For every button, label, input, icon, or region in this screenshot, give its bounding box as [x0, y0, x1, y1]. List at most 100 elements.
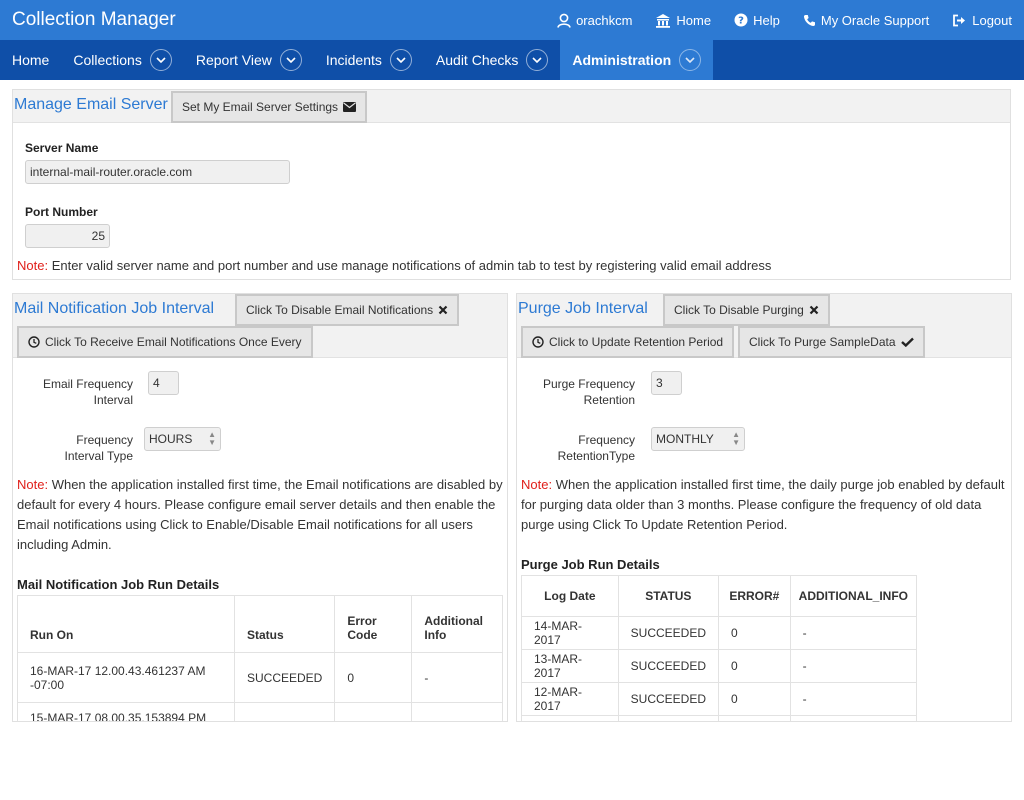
column-header-additional-info[interactable]: ADDITIONAL_INFO: [789, 575, 918, 617]
mail-job-note: Note: When the application installed fir…: [17, 475, 505, 555]
column-header-error-number[interactable]: ERROR#: [718, 575, 791, 617]
error-code-cell: 0: [334, 702, 413, 721]
support-link-label: My Oracle Support: [820, 12, 930, 28]
log-date-cell: [521, 715, 619, 721]
update-retention-period-label: Click to Update Retention Period: [549, 335, 724, 349]
nav-audit-checks-label: Audit Checks: [435, 52, 519, 68]
table-row[interactable]: 14-MAR-2017 SUCCEEDED 0 -: [521, 616, 918, 650]
purge-sample-data-button[interactable]: Click To Purge SampleData: [738, 326, 925, 358]
close-icon: [809, 305, 819, 315]
additional-info-cell: [789, 715, 918, 721]
column-header-additional-info[interactable]: Additional Info: [411, 595, 503, 653]
purge-run-table: Log Date STATUS ERROR# ADDITIONAL_INFO 1…: [521, 575, 918, 721]
column-header-error-code[interactable]: Error Code: [334, 595, 413, 653]
retention-type-select[interactable]: MONTHLY ▲ ▼: [651, 427, 745, 451]
table-row[interactable]: 16-MAR-17 12.00.43.461237 AM -07:00 SUCCE…: [17, 652, 503, 703]
disable-purging-button[interactable]: Click To Disable Purging: [663, 294, 830, 326]
column-header-log-date[interactable]: Log Date: [521, 575, 619, 617]
column-header-run-on[interactable]: Run On: [17, 595, 235, 653]
additional-info-cell: -: [789, 649, 918, 683]
chevron-down-icon[interactable]: [279, 49, 302, 71]
interval-type-value: HOURS: [149, 432, 193, 446]
user-icon: [557, 13, 571, 28]
close-icon: [438, 305, 448, 315]
table-row[interactable]: 13-MAR-2017 SUCCEEDED 0 -: [521, 649, 918, 683]
email-frequency-label-line2: Interval: [93, 393, 133, 407]
table-row[interactable]: 12-MAR-2017 SUCCEEDED 0 -: [521, 682, 918, 716]
disable-email-notifications-button[interactable]: Click To Disable Email Notifications: [235, 294, 460, 326]
nav-audit-checks[interactable]: Audit Checks: [424, 40, 560, 80]
nav-administration[interactable]: Administration: [560, 40, 714, 80]
disable-email-notifications-label: Click To Disable Email Notifications: [246, 303, 434, 317]
error-number-cell: [718, 715, 791, 721]
set-email-server-settings-button[interactable]: Set My Email Server Settings: [171, 91, 368, 123]
log-date-cell: 14-MAR-2017: [521, 616, 619, 650]
email-server-panel-header: Manage Email Server Set My Email Server …: [13, 90, 1010, 123]
app-title: Collection Manager: [12, 9, 176, 30]
error-number-cell: 0: [718, 649, 791, 683]
chevron-down-icon[interactable]: [149, 49, 172, 71]
note-tag: Note:: [17, 258, 49, 273]
purge-frequency-label-line1: Purge Frequency: [542, 377, 635, 391]
run-on-cell: 16-MAR-17 12.00.43.461237 AM -07:00: [17, 652, 235, 703]
chevron-down-icon[interactable]: [389, 49, 412, 71]
purge-job-title: Purge Job Interval: [518, 300, 648, 317]
additional-info-cell: -: [789, 682, 918, 716]
email-server-panel: Manage Email Server Set My Email Server …: [12, 89, 1011, 280]
interval-type-label: Frequency Interval Type: [23, 432, 133, 464]
table-row[interactable]: [521, 715, 918, 721]
status-cell: SUCCEEDED: [233, 652, 336, 703]
table-row[interactable]: 15-MAR-17 08.00.35.153894 PM SUCCEEDED 0…: [17, 702, 503, 721]
retention-type-label-line2: RetentionType: [557, 449, 635, 463]
server-name-input[interactable]: internal-mail-router.oracle.com: [25, 160, 290, 184]
status-cell: SUCCEEDED: [233, 702, 336, 721]
nav-report-view[interactable]: Report View: [184, 40, 314, 80]
run-on-cell: 15-MAR-17 08.00.35.153894 PM: [17, 702, 235, 721]
purge-job-note: Note: When the application installed fir…: [521, 475, 1009, 535]
nav-incidents[interactable]: Incidents: [314, 40, 424, 80]
status-cell: SUCCEEDED: [617, 616, 720, 650]
mail-run-table: Run On Status Error Code Additional Info 1…: [17, 595, 503, 721]
additional-info-cell: -: [789, 616, 918, 650]
help-link[interactable]: ? Help: [734, 13, 780, 28]
nav-home[interactable]: Home: [0, 40, 61, 80]
support-link[interactable]: My Oracle Support: [803, 13, 929, 28]
purge-job-panel: Purge Job Interval Click To Disable Purg…: [516, 293, 1012, 722]
purge-run-table-wrap: Log Date STATUS ERROR# ADDITIONAL_INFO 1…: [521, 575, 921, 721]
nav-collections[interactable]: Collections: [61, 40, 183, 80]
chevron-down-icon[interactable]: [526, 49, 549, 71]
note-tag: Note:: [17, 477, 49, 492]
logout-link[interactable]: Logout: [952, 13, 1012, 28]
status-cell: [617, 715, 720, 721]
home-link[interactable]: Home: [655, 13, 711, 28]
mail-run-table-wrap: Run On Status Error Code Additional Info 1…: [17, 595, 503, 721]
svg-text:?: ?: [738, 16, 744, 27]
column-header-status[interactable]: STATUS: [617, 575, 720, 617]
column-header-status[interactable]: Status: [233, 595, 336, 653]
interval-type-label-line2: Interval Type: [64, 449, 133, 463]
receive-email-notifications-button[interactable]: Click To Receive Email Notifications Onc…: [17, 326, 313, 358]
disable-purging-label: Click To Disable Purging: [674, 303, 804, 317]
logout-link-label: Logout: [972, 12, 1012, 28]
email-frequency-label-line1: Email Frequency: [42, 377, 133, 391]
mail-job-panel: Mail Notification Job Interval Click To …: [12, 293, 508, 722]
note-text: Enter valid server name and port number …: [48, 258, 772, 273]
main-nav: Home Collections Report View Incidents A…: [0, 40, 1024, 80]
receive-email-notifications-label: Click To Receive Email Notifications Onc…: [45, 335, 302, 349]
user-menu-link[interactable]: orachkcm: [557, 13, 632, 28]
status-cell: SUCCEEDED: [617, 649, 720, 683]
email-frequency-input[interactable]: 4: [148, 371, 179, 395]
chevron-down-icon[interactable]: [679, 49, 702, 71]
purge-frequency-input[interactable]: 3: [651, 371, 682, 395]
help-link-label: Help: [753, 12, 780, 28]
retention-type-label-line1: Frequency: [578, 433, 635, 447]
interval-type-select[interactable]: HOURS ▲ ▼: [144, 427, 221, 451]
mail-job-title: Mail Notification Job Interval: [14, 300, 215, 317]
error-number-cell: 0: [718, 682, 791, 716]
user-name: orachkcm: [576, 12, 633, 28]
port-number-input[interactable]: 25: [25, 224, 110, 248]
header-links: orachkcm Home ? Help My Oracle Support L…: [534, 0, 1024, 40]
update-retention-period-button[interactable]: Click to Update Retention Period: [521, 326, 735, 358]
table-header-row: Log Date STATUS ERROR# ADDITIONAL_INFO: [521, 575, 918, 617]
mail-job-panel-header: Mail Notification Job Interval Click To …: [13, 294, 507, 358]
